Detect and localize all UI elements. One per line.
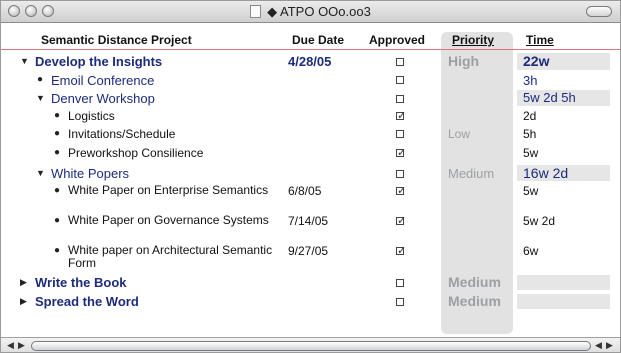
column-header-approved[interactable]: Approved xyxy=(369,33,425,47)
bullet-icon: ● xyxy=(54,185,61,196)
row-time[interactable]: 5h xyxy=(517,127,610,141)
approved-checkbox[interactable] xyxy=(396,95,404,103)
approved-checkbox[interactable] xyxy=(396,298,404,306)
row-title[interactable]: Invitations/Schedule xyxy=(68,127,175,141)
window-title-text: ◆ ATPO OOo.oo3 xyxy=(267,4,371,19)
row-priority[interactable]: Medium xyxy=(448,293,501,309)
row-title[interactable]: Logistics xyxy=(68,109,115,123)
bullet-icon: ● xyxy=(54,245,61,256)
checkmark-icon: ✓ xyxy=(397,215,407,227)
outliner-window: ◆ ATPO OOo.oo3 Semantic Distance Project… xyxy=(0,0,621,353)
column-header-priority[interactable]: Priority xyxy=(452,33,494,47)
bullet-icon: ● xyxy=(54,128,61,139)
row-title[interactable]: Develop the Insights xyxy=(35,54,162,69)
row-time[interactable]: 3h xyxy=(517,73,610,88)
row-time[interactable]: 6w xyxy=(517,244,610,258)
header-divider xyxy=(1,49,620,50)
row-title[interactable]: Spread the Word xyxy=(35,294,139,309)
row-due-date[interactable]: 7/14/05 xyxy=(288,214,328,228)
approved-checkbox[interactable] xyxy=(396,58,404,66)
row-title[interactable]: Emoil Conference xyxy=(51,73,154,88)
row-time[interactable]: 5w xyxy=(517,184,610,198)
row-time[interactable]: 22w xyxy=(517,53,610,70)
bullet-icon: ● xyxy=(54,215,61,226)
disclosure-expanded-icon[interactable]: ▼ xyxy=(36,93,45,103)
approved-checkbox[interactable] xyxy=(396,279,404,287)
toolbar-toggle-button[interactable] xyxy=(586,6,612,17)
checkmark-icon: ✓ xyxy=(397,110,407,122)
column-header-time[interactable]: Time xyxy=(526,33,554,47)
row-time[interactable] xyxy=(517,294,610,309)
checkmark-icon: ✓ xyxy=(397,245,407,257)
scroll-left-arrow-icon[interactable]: ◀ xyxy=(595,340,602,351)
checkmark-icon: ✓ xyxy=(397,185,407,197)
column-header-row: Semantic Distance Project Due Date Appro… xyxy=(1,31,620,49)
bullet-icon: ● xyxy=(37,74,44,85)
scrollbar-thumb[interactable] xyxy=(31,341,591,351)
checkmark-icon: ✓ xyxy=(397,147,407,159)
row-time[interactable]: 5w xyxy=(517,146,610,160)
approved-checkbox[interactable] xyxy=(396,130,404,138)
row-time[interactable]: 2d xyxy=(517,109,610,123)
approved-checkbox[interactable] xyxy=(396,170,404,178)
disclosure-collapsed-icon[interactable]: ▶ xyxy=(20,277,27,288)
scroll-right-arrow-icon[interactable]: ▶ xyxy=(606,340,613,351)
row-priority[interactable]: Low xyxy=(448,127,470,141)
row-time[interactable]: 5w 2d xyxy=(517,214,610,228)
bullet-icon: ● xyxy=(54,147,61,158)
approved-checkbox[interactable] xyxy=(396,76,404,84)
horizontal-scrollbar[interactable]: ◀ ▶ ◀ ▶ xyxy=(1,337,620,352)
disclosure-expanded-icon[interactable]: ▼ xyxy=(20,56,29,66)
row-title[interactable]: White Popers xyxy=(51,166,129,181)
row-time[interactable]: 5w 2d 5h xyxy=(517,90,610,106)
row-title[interactable]: Write the Book xyxy=(35,275,127,290)
row-due-date[interactable]: 6/8/05 xyxy=(288,184,321,198)
row-title[interactable]: Preworkshop Consilience xyxy=(68,146,203,160)
row-priority[interactable]: Medium xyxy=(448,166,494,181)
row-title[interactable]: White Paper on Governance Systems xyxy=(68,214,278,227)
row-due-date[interactable]: 4/28/05 xyxy=(288,54,331,69)
row-due-date[interactable]: 9/27/05 xyxy=(288,244,328,258)
disclosure-expanded-icon[interactable]: ▼ xyxy=(36,168,45,178)
row-title[interactable]: Denver Workshop xyxy=(51,91,155,106)
title-bar[interactable]: ◆ ATPO OOo.oo3 xyxy=(1,1,620,23)
row-time[interactable]: 16w 2d xyxy=(517,165,610,181)
row-title[interactable]: White Paper on Enterprise Semantics xyxy=(68,184,278,197)
row-priority[interactable]: High xyxy=(448,53,479,69)
disclosure-collapsed-icon[interactable]: ▶ xyxy=(20,296,27,307)
window-title: ◆ ATPO OOo.oo3 xyxy=(1,4,620,20)
document-icon xyxy=(250,5,262,18)
row-priority[interactable]: Medium xyxy=(448,274,501,290)
scroll-right-arrow-icon[interactable]: ▶ xyxy=(18,340,25,351)
row-time[interactable] xyxy=(517,275,610,290)
column-header-due-date[interactable]: Due Date xyxy=(292,33,344,47)
column-header-topic[interactable]: Semantic Distance Project xyxy=(41,33,192,47)
scroll-left-arrow-icon[interactable]: ◀ xyxy=(7,340,14,351)
bullet-icon: ● xyxy=(54,110,61,121)
row-title[interactable]: White paper on Architectural Semantic Fo… xyxy=(68,244,278,270)
